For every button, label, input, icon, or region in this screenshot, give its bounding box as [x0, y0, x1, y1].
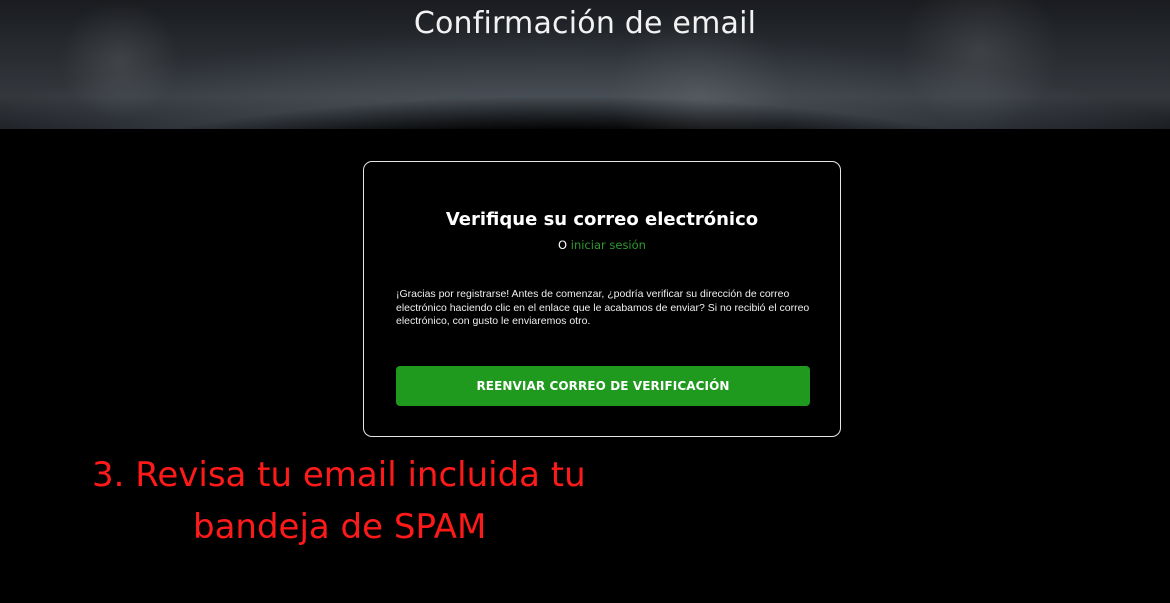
- resend-verification-button[interactable]: REENVIAR CORREO DE VERIFICACIÓN: [396, 366, 810, 406]
- annotation-line-2: bandeja de SPAM: [193, 507, 487, 547]
- annotation-line-1: 3. Revisa tu email incluida tu: [92, 455, 586, 495]
- login-link[interactable]: iniciar sesión: [571, 238, 646, 252]
- card-title: Verifique su correo electrónico: [445, 209, 759, 230]
- login-prompt: O iniciar sesión: [364, 238, 840, 252]
- or-text: O: [558, 238, 568, 252]
- verification-card: Verifique su correo electrónico O inicia…: [363, 161, 841, 437]
- header-banner: Confirmación de email: [0, 0, 1170, 129]
- verification-message: ¡Gracias por registrarse! Antes de comen…: [396, 288, 810, 327]
- page-title: Confirmación de email: [413, 6, 757, 41]
